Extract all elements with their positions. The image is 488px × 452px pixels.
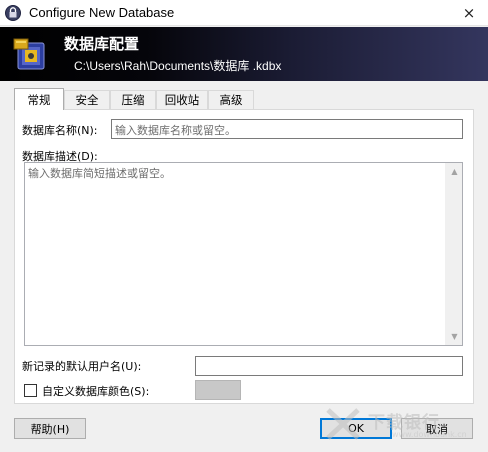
database-name-label: 数据库名称(N): xyxy=(22,124,98,137)
title-bar: Configure New Database × xyxy=(0,0,488,26)
banner-title: 数据库配置 xyxy=(64,35,140,53)
scroll-down-icon[interactable]: ▼ xyxy=(446,328,463,345)
banner-file-path: C:\Users\Rah\Documents\数据库 .kdbx xyxy=(74,59,282,73)
description-placeholder: 输入数据库简短描述或留空。 xyxy=(28,167,171,180)
default-username-input[interactable] xyxy=(195,356,463,376)
custom-color-label: 自定义数据库颜色(S): xyxy=(42,385,150,398)
general-tab-panel: 数据库名称(N): 输入数据库名称或留空。 数据库描述(D): 输入数据库简短描… xyxy=(14,109,474,404)
tab-general[interactable]: 常规 xyxy=(14,88,64,110)
tab-security[interactable]: 安全 xyxy=(64,90,110,109)
database-description-textarea[interactable]: 输入数据库简短描述或留空。 ▲ ▼ xyxy=(24,162,463,346)
tab-compression[interactable]: 压缩 xyxy=(110,90,156,109)
help-button[interactable]: 帮助(H) xyxy=(14,418,86,439)
custom-color-checkbox[interactable] xyxy=(24,384,37,397)
database-settings-icon xyxy=(13,38,45,70)
header-banner: 数据库配置 C:\Users\Rah\Documents\数据库 .kdbx xyxy=(0,27,488,81)
cancel-button[interactable]: 取消 xyxy=(401,418,473,439)
custom-color-swatch[interactable] xyxy=(195,380,241,400)
scroll-up-icon[interactable]: ▲ xyxy=(446,163,463,180)
database-name-input[interactable]: 输入数据库名称或留空。 xyxy=(111,119,463,139)
description-scrollbar[interactable]: ▲ ▼ xyxy=(445,163,462,345)
tab-recycle-bin[interactable]: 回收站 xyxy=(156,90,208,109)
tab-advanced[interactable]: 高级 xyxy=(208,90,254,109)
window-title: Configure New Database xyxy=(29,5,175,20)
default-username-label: 新记录的默认用户名(U): xyxy=(22,360,142,373)
ok-button[interactable]: OK xyxy=(320,418,392,439)
keepass-lock-icon xyxy=(5,4,21,21)
close-icon[interactable]: × xyxy=(450,0,488,26)
